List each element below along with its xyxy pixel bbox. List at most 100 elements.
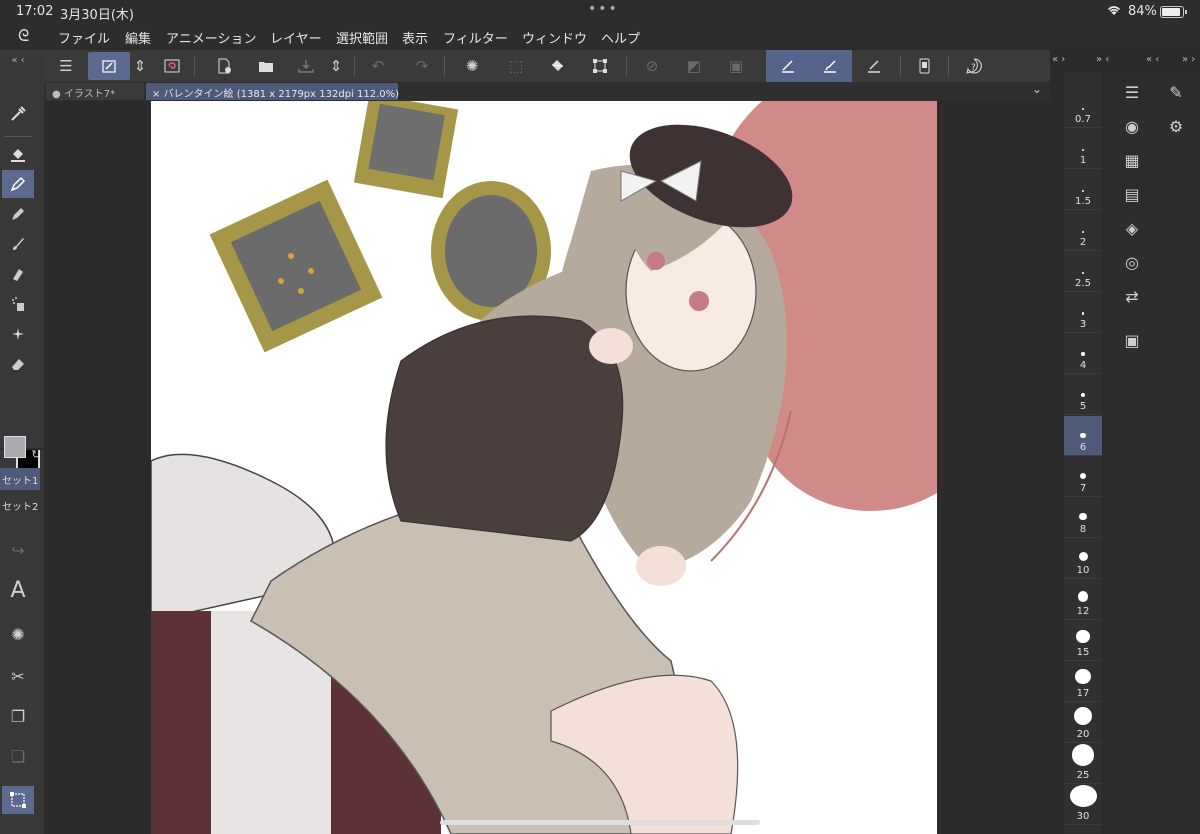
collapse-panel-icon[interactable]: « › [1052, 54, 1065, 65]
history-icon[interactable]: ⇄ [1118, 282, 1146, 310]
home-indicator[interactable] [440, 820, 760, 825]
set-tab-2[interactable]: セット2 [0, 494, 40, 516]
open-icon[interactable] [252, 52, 280, 80]
transform-icon[interactable] [586, 52, 614, 80]
brush-size-item[interactable]: 10 [1064, 539, 1102, 579]
chevron-down-icon[interactable]: ⌄ [1032, 82, 1042, 96]
menu-animation[interactable]: アニメーション [166, 28, 256, 47]
loading-circle-icon[interactable]: ✺ [2, 620, 34, 648]
navigator-icon[interactable]: ▣ [1118, 326, 1146, 354]
pencil-tool-icon[interactable] [2, 200, 34, 228]
brush-size-item[interactable]: 0.7 [1064, 88, 1102, 128]
brush-size-item[interactable]: 5 [1064, 375, 1102, 415]
save-chevron-icon[interactable]: ⇕ [326, 52, 346, 80]
brush-size-dot [1071, 744, 1095, 766]
brush-size-item[interactable]: 1 [1064, 129, 1102, 169]
ruler-icon[interactable] [860, 52, 888, 80]
paste-icon[interactable]: ❏ [2, 742, 34, 770]
brush-size-item[interactable]: 6 [1064, 416, 1102, 456]
collapse-panel-icon-4[interactable]: » › [1182, 54, 1195, 65]
frame-icon[interactable]: ▣ [722, 52, 750, 80]
menu-layer[interactable]: レイヤー [270, 28, 322, 47]
tab-valentine[interactable]: × バレンタイン絵 (1381 x 2179px 132dpi 112.0%) [146, 83, 399, 100]
brush-size-item[interactable]: 30 [1064, 785, 1102, 825]
redo-icon[interactable]: ↷ [408, 52, 436, 80]
scissors-icon[interactable]: ✂ [2, 662, 34, 690]
brush-size-item[interactable]: 1.5 [1064, 170, 1102, 210]
brush-size-item[interactable]: 20 [1064, 703, 1102, 743]
brush-tool-icon[interactable] [2, 230, 34, 258]
layer-property-icon[interactable]: ◎ [1118, 248, 1146, 276]
collapse-panel-icon-3[interactable]: « ‹ [1146, 54, 1159, 65]
pen-tool-icon[interactable] [2, 170, 34, 198]
menu-selection[interactable]: 選択範囲 [336, 28, 388, 47]
picture-frame-2 [209, 179, 383, 353]
text-tool-icon[interactable]: A [2, 576, 34, 604]
brush-size-panel: 0.7 1 1.5 2 2.5 3 4 5 6 7 8 10 12 15 17 20 25 30 [1064, 72, 1102, 834]
menu-help[interactable]: ヘルプ [601, 28, 640, 47]
eraser-tool-icon[interactable] [2, 350, 34, 378]
set-tab-1[interactable]: セット1 [0, 468, 40, 490]
color-set-icon[interactable]: ▦ [1118, 146, 1146, 174]
brush-size-item[interactable]: 8 [1064, 498, 1102, 538]
copy-icon[interactable]: ❐ [2, 702, 34, 730]
undo-icon[interactable]: ↶ [364, 52, 392, 80]
loading-icon[interactable]: ✺ [458, 52, 486, 80]
tab-illust7[interactable]: ● イラスト7* [46, 83, 144, 100]
menu-file[interactable]: ファイル [58, 28, 110, 47]
animation-timeline-icon[interactable]: ▤ [1118, 180, 1146, 208]
collapse-panel-icon-2[interactable]: » ‹ [1096, 54, 1109, 65]
document-tab-row: ● イラスト7* × バレンタイン絵 (1381 x 2179px 132dpi… [44, 82, 1050, 101]
brush-setting-icon[interactable]: ✎ [1162, 78, 1190, 106]
brush-size-item[interactable]: 17 [1064, 662, 1102, 702]
menu-filter[interactable]: フィルター [443, 28, 508, 47]
main-color-swatch[interactable] [4, 436, 26, 458]
redo-left-icon[interactable]: ↪ [2, 536, 34, 564]
brush-ruler-icon[interactable] [816, 52, 844, 80]
brush-size-item[interactable]: 3 [1064, 293, 1102, 333]
clear-icon[interactable]: ⊘ [638, 52, 666, 80]
marker-tool-icon[interactable] [2, 260, 34, 288]
layers-icon[interactable]: ◈ [1118, 214, 1146, 242]
collapse-left-icon[interactable]: « ‹ [2, 50, 34, 70]
new-icon[interactable] [210, 52, 238, 80]
brush-size-label: 12 [1076, 606, 1090, 617]
sparkle-tool-icon[interactable] [2, 320, 34, 348]
brush-size-item[interactable]: 2 [1064, 211, 1102, 251]
brush-size-item[interactable]: 15 [1064, 621, 1102, 661]
brush-size-item[interactable]: 7 [1064, 457, 1102, 497]
select-icon[interactable]: ⬚ [502, 52, 530, 80]
brush-size-item[interactable]: 12 [1064, 580, 1102, 620]
pen-ruler-icon[interactable] [774, 52, 802, 80]
save-icon[interactable] [292, 52, 320, 80]
fill-icon[interactable] [544, 52, 572, 80]
tool-property-icon[interactable]: ☰ [1118, 78, 1146, 106]
quick-access-icon[interactable] [88, 52, 130, 80]
multitask-dots-icon[interactable]: ••• [588, 1, 619, 17]
canvas-area[interactable] [44, 101, 1050, 834]
help-icon[interactable]: ? [960, 52, 988, 80]
transform-left-icon[interactable] [2, 786, 34, 814]
refresh-sets-icon[interactable]: ↻ [28, 446, 44, 462]
illustration-canvas[interactable] [151, 101, 937, 834]
menu-window[interactable]: ウィンドウ [522, 28, 587, 47]
eyedropper-icon[interactable] [2, 100, 34, 128]
spiral-icon[interactable] [158, 52, 186, 80]
airbrush-tool-icon[interactable] [2, 290, 34, 318]
selection-layer-icon[interactable]: ◩ [680, 52, 708, 80]
menu-edit[interactable]: 編集 [125, 28, 151, 47]
fill-bucket-icon[interactable] [2, 140, 34, 168]
color-circle-icon[interactable]: ◉ [1118, 112, 1146, 140]
brush-size-item[interactable]: 2.5 [1064, 252, 1102, 292]
menu-view[interactable]: 表示 [402, 28, 428, 47]
phone-icon[interactable] [910, 52, 938, 80]
picture-frame-1 [353, 101, 459, 199]
brush-size-item[interactable]: 4 [1064, 334, 1102, 374]
chevron-updown-icon[interactable]: ⇕ [130, 52, 150, 80]
app-logo-icon[interactable]: ᘓ [18, 26, 29, 46]
brush-size-item[interactable]: 25 [1064, 744, 1102, 784]
brush-size-label: 10 [1076, 565, 1090, 576]
sub-tool-detail-icon[interactable]: ⚙ [1162, 112, 1190, 140]
menu-icon[interactable]: ☰ [52, 52, 80, 80]
brush-size-label: 17 [1076, 688, 1090, 699]
